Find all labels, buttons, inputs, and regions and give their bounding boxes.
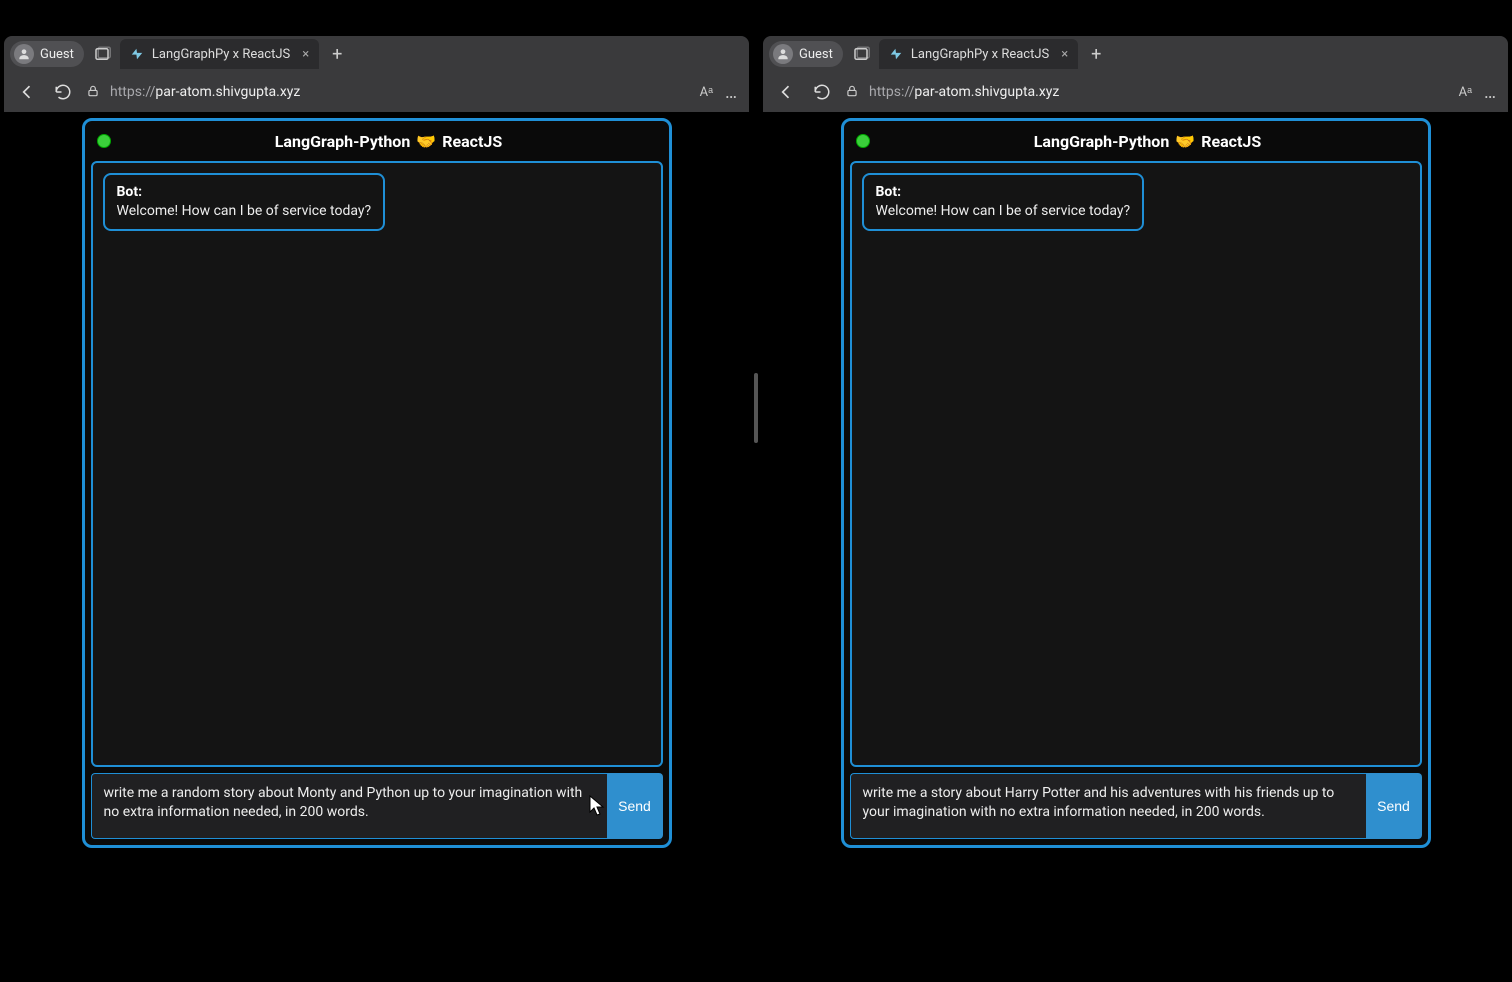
address-bar: https://par-atom.shivgupta.xyz Aᵃ … [763, 72, 1508, 112]
tab-close-icon[interactable]: × [302, 47, 309, 62]
back-button[interactable] [773, 79, 799, 105]
app-titlebar: LangGraph-Python 🤝 ReactJS [91, 127, 663, 155]
tab-bar: Guest LangGraphPy x ReactJS × + [4, 36, 749, 72]
more-menu-icon[interactable]: … [725, 82, 739, 103]
back-button[interactable] [14, 79, 40, 105]
message-sender: Bot: [117, 184, 143, 200]
reader-mode-icon[interactable]: Aᵃ [1459, 84, 1472, 100]
tab-favicon-icon [130, 47, 144, 61]
send-button[interactable]: Send [1366, 773, 1422, 839]
url-host: par-atom.shivgupta.xyz [155, 84, 300, 100]
composer: Send [91, 773, 663, 839]
lock-icon [86, 84, 102, 100]
message-input[interactable] [91, 773, 607, 839]
composer: Send [850, 773, 1422, 839]
url-display[interactable]: https://par-atom.shivgupta.xyz [86, 84, 690, 100]
profile-label: Guest [40, 47, 74, 62]
send-button[interactable]: Send [607, 773, 663, 839]
app-title: LangGraph-Python 🤝 ReactJS [121, 132, 657, 151]
browser-chrome: Guest LangGraphPy x ReactJS × + [763, 36, 1508, 112]
message-sender: Bot: [876, 184, 902, 200]
chat-app-frame: LangGraph-Python 🤝 ReactJS Bot: Welcome!… [841, 118, 1431, 848]
app-titlebar: LangGraph-Python 🤝 ReactJS [850, 127, 1422, 155]
lock-icon [845, 84, 861, 100]
app-title: LangGraph-Python 🤝 ReactJS [880, 132, 1416, 151]
browser-window-right: Guest LangGraphPy x ReactJS × + [759, 0, 1512, 982]
refresh-button[interactable] [809, 79, 835, 105]
new-tab-button[interactable]: + [1084, 42, 1108, 66]
new-tab-button[interactable]: + [325, 42, 349, 66]
page-viewport: LangGraph-Python 🤝 ReactJS Bot: Welcome!… [4, 112, 749, 892]
more-menu-icon[interactable]: … [1484, 82, 1498, 103]
profile-label: Guest [799, 47, 833, 62]
tab-favicon-icon [889, 47, 903, 61]
handshake-icon: 🤝 [1175, 132, 1195, 151]
browser-chrome: Guest LangGraphPy x ReactJS × + [4, 36, 749, 112]
browser-window-left: Guest LangGraphPy x ReactJS × + [0, 0, 753, 982]
chat-message-pane[interactable]: Bot: Welcome! How can I be of service to… [91, 161, 663, 767]
tab-overview-button[interactable] [849, 42, 873, 66]
profile-chip[interactable]: Guest [10, 41, 84, 67]
tab-title: LangGraphPy x ReactJS [152, 47, 290, 62]
status-dot-icon [97, 134, 111, 148]
tab-title: LangGraphPy x ReactJS [911, 47, 1049, 62]
profile-avatar-icon [773, 44, 793, 64]
refresh-button[interactable] [50, 79, 76, 105]
browser-tab[interactable]: LangGraphPy x ReactJS × [879, 39, 1078, 69]
bot-message-bubble: Bot: Welcome! How can I be of service to… [103, 173, 386, 231]
tab-bar: Guest LangGraphPy x ReactJS × + [763, 36, 1508, 72]
url-display[interactable]: https://par-atom.shivgupta.xyz [845, 84, 1449, 100]
chat-app-frame: LangGraph-Python 🤝 ReactJS Bot: Welcome!… [82, 118, 672, 848]
bot-message-bubble: Bot: Welcome! How can I be of service to… [862, 173, 1145, 231]
reader-mode-icon[interactable]: Aᵃ [700, 84, 713, 100]
tab-close-icon[interactable]: × [1061, 47, 1068, 62]
tab-overview-button[interactable] [90, 42, 114, 66]
url-host: par-atom.shivgupta.xyz [914, 84, 1059, 100]
message-text: Welcome! How can I be of service today? [117, 203, 372, 219]
url-scheme: https:// [110, 84, 155, 100]
url-scheme: https:// [869, 84, 914, 100]
address-bar: https://par-atom.shivgupta.xyz Aᵃ … [4, 72, 749, 112]
status-dot-icon [856, 134, 870, 148]
profile-chip[interactable]: Guest [769, 41, 843, 67]
message-text: Welcome! How can I be of service today? [876, 203, 1131, 219]
message-input[interactable] [850, 773, 1366, 839]
browser-tab[interactable]: LangGraphPy x ReactJS × [120, 39, 319, 69]
chat-message-pane[interactable]: Bot: Welcome! How can I be of service to… [850, 161, 1422, 767]
profile-avatar-icon [14, 44, 34, 64]
page-viewport: LangGraph-Python 🤝 ReactJS Bot: Welcome!… [763, 112, 1508, 892]
handshake-icon: 🤝 [416, 132, 436, 151]
